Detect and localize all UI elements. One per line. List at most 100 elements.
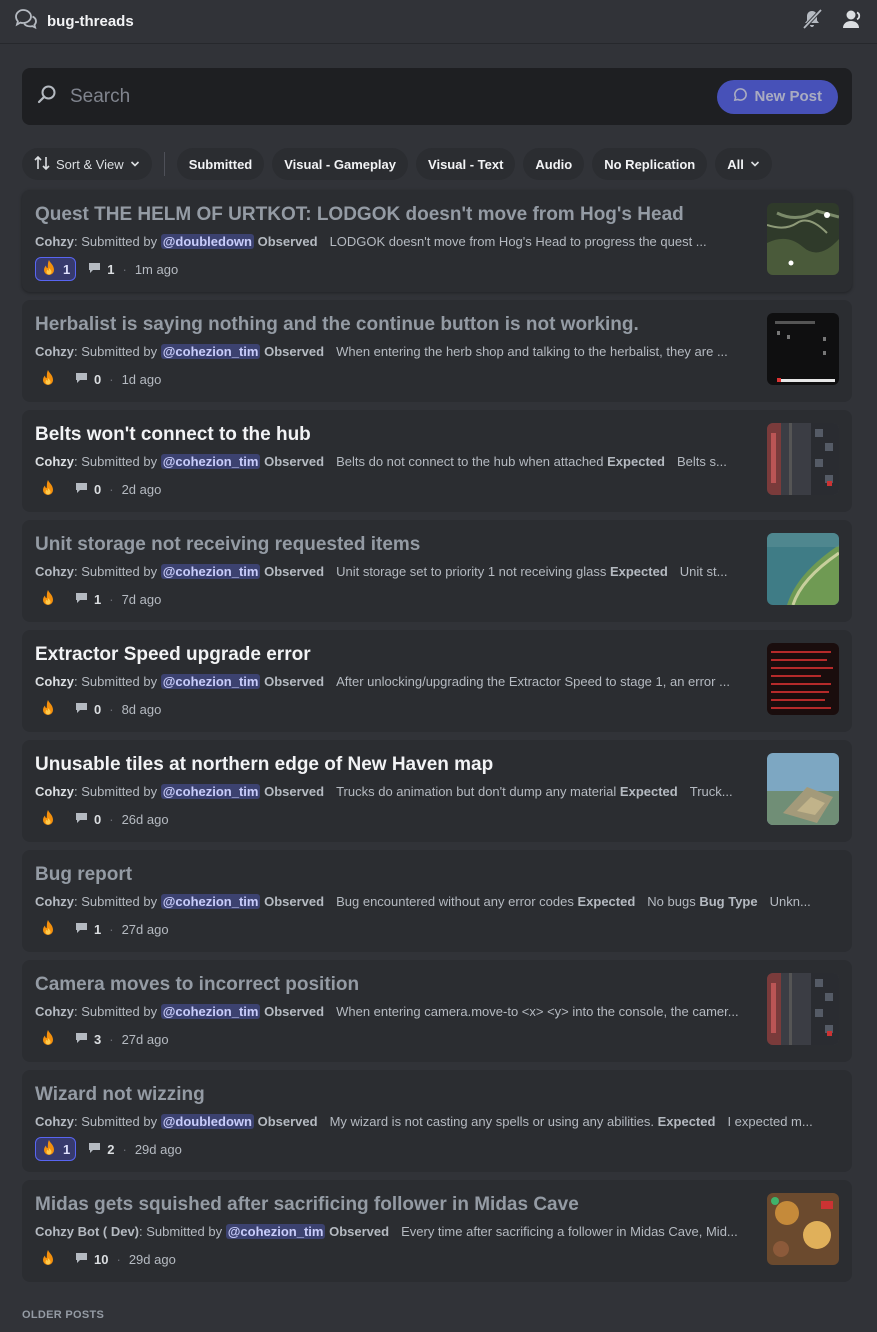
user-mention[interactable]: @cohezion_tim [160,344,261,359]
user-mention[interactable]: @doubledown [160,1114,254,1129]
new-post-button[interactable]: New Post [717,79,838,114]
submitted-by: Submitted by [146,1224,223,1239]
post-time: 2d ago [121,481,162,497]
channel-title: bug-threads [47,13,134,30]
user-mention[interactable]: @cohezion_tim [225,1224,326,1239]
submitted-by: Submitted by [81,454,158,469]
observed-label: Observed [257,234,318,249]
post-card[interactable]: Belts won't connect to the hub Cohzy: Sub… [22,410,852,512]
comment-count: 1 [75,592,101,607]
comment-count-value: 3 [94,1031,102,1047]
tag-visual-text[interactable]: Visual - Text [416,148,516,180]
separator-dot: · [109,1031,114,1047]
fire-reaction[interactable] [35,1027,63,1051]
user-mention[interactable]: @cohezion_tim [160,784,261,799]
post-title[interactable]: Herbalist is saying nothing and the cont… [35,314,639,336]
post-title[interactable]: Extractor Speed upgrade error [35,644,311,666]
post-thumbnail [767,643,839,715]
post-card[interactable]: Herbalist is saying nothing and the cont… [22,300,852,402]
comment-count: 10 [75,1252,108,1267]
all-tags-dropdown[interactable]: All [715,148,772,180]
observed-label: Observed [264,784,325,799]
observed-text: Unit storage set to priority 1 not recei… [336,564,607,579]
comment-count: 3 [75,1032,101,1047]
post-card[interactable]: Camera moves to incorrect position Cohzy:… [22,960,852,1062]
post-preview: Cohzy: Submitted by @cohezion_tim Observ… [35,674,730,689]
comment-count: 0 [75,812,101,827]
user-mention[interactable]: @cohezion_tim [160,564,261,579]
comment-count-value: 1 [94,591,102,607]
fire-reaction[interactable]: 1 [35,257,77,281]
post-thumbnail [767,203,839,275]
fire-reaction[interactable] [35,587,63,611]
fire-reaction[interactable]: 1 [35,1137,77,1161]
post-card[interactable]: Wizard not wizzing Cohzy: Submitted by @d… [22,1070,852,1172]
separator-dot: · [109,811,114,827]
post-title[interactable]: Wizard not wizzing [35,1084,205,1106]
post-title[interactable]: Unusable tiles at northern edge of New H… [35,754,493,776]
fire-icon [40,699,56,720]
fire-reaction[interactable] [35,477,63,501]
expected-label: Expected [609,564,668,579]
separator-dot: · [109,921,114,937]
comment-icon [75,812,88,827]
user-mention[interactable]: @cohezion_tim [160,454,261,469]
post-time: 29d ago [128,1251,176,1267]
comment-icon [75,482,88,497]
user-mention[interactable]: @cohezion_tim [160,894,261,909]
post-title[interactable]: Quest THE HELM OF URTKOT: LODGOK doesn't… [35,204,684,226]
post-card[interactable]: Quest THE HELM OF URTKOT: LODGOK doesn't… [22,190,852,292]
comment-icon [75,922,88,937]
post-card[interactable]: Extractor Speed upgrade error Cohzy: Subm… [22,630,852,732]
expected-text: No bugs [647,894,696,909]
submitted-by: Submitted by [81,344,158,359]
search-input[interactable]: Search [70,86,130,108]
post-author: Cohzy [35,344,74,359]
member-list-icon[interactable] [841,8,863,35]
post-card[interactable]: Unusable tiles at northern edge of New H… [22,740,852,842]
fire-reaction[interactable] [35,697,63,721]
comment-icon [75,1252,88,1267]
post-card[interactable]: Midas gets squished after sacrificing fo… [22,1180,852,1282]
sort-view-button[interactable]: Sort & View [22,148,152,180]
post-title[interactable]: Midas gets squished after sacrificing fo… [35,1194,579,1216]
comment-count-value: 2 [107,1141,115,1157]
post-thumbnail [767,533,839,605]
post-card[interactable]: Bug report Cohzy: Submitted by @cohezion_… [22,850,852,952]
fire-reaction[interactable] [35,807,63,831]
post-title[interactable]: Camera moves to incorrect position [35,974,359,996]
observed-label: Observed [264,1004,325,1019]
tag-visual-gameplay[interactable]: Visual - Gameplay [272,148,409,180]
post-stats: 0 · 8d ago [35,697,161,721]
post-time: 1m ago [134,261,179,277]
notifications-muted-icon[interactable] [801,8,823,35]
comment-icon [75,372,88,387]
observed-text: When entering camera.move-to <x> <y> int… [336,1004,739,1019]
filter-bar: Sort & View Submitted Visual - Gameplay … [22,148,772,180]
observed-text: My wizard is not casting any spells or u… [329,1114,654,1129]
expected-text: I expected m... [727,1114,813,1129]
fire-icon [40,369,56,390]
post-title[interactable]: Belts won't connect to the hub [35,424,311,446]
post-time: 7d ago [121,591,162,607]
user-mention[interactable]: @cohezion_tim [160,674,261,689]
user-mention[interactable]: @cohezion_tim [160,1004,261,1019]
post-stats: 3 · 27d ago [35,1027,169,1051]
observed-label: Observed [264,564,325,579]
user-mention[interactable]: @doubledown [160,234,254,249]
post-card[interactable]: Unit storage not receiving requested ite… [22,520,852,622]
fire-reaction[interactable] [35,367,63,391]
tag-submitted[interactable]: Submitted [176,148,265,180]
post-preview: Cohzy: Submitted by @doubledown Observed… [35,1114,813,1129]
search-bar[interactable]: Search New Post [22,68,852,125]
observed-label: Observed [264,674,325,689]
fire-reaction[interactable] [35,917,63,941]
fire-icon [41,259,57,280]
tag-audio[interactable]: Audio [523,148,585,180]
fire-reaction[interactable] [35,1247,63,1271]
post-stats: 1 2 · 29d ago [35,1137,182,1161]
post-title[interactable]: Bug report [35,864,132,886]
post-time: 1d ago [121,371,162,387]
tag-no-replication[interactable]: No Replication [592,148,708,180]
post-title[interactable]: Unit storage not receiving requested ite… [35,534,420,556]
